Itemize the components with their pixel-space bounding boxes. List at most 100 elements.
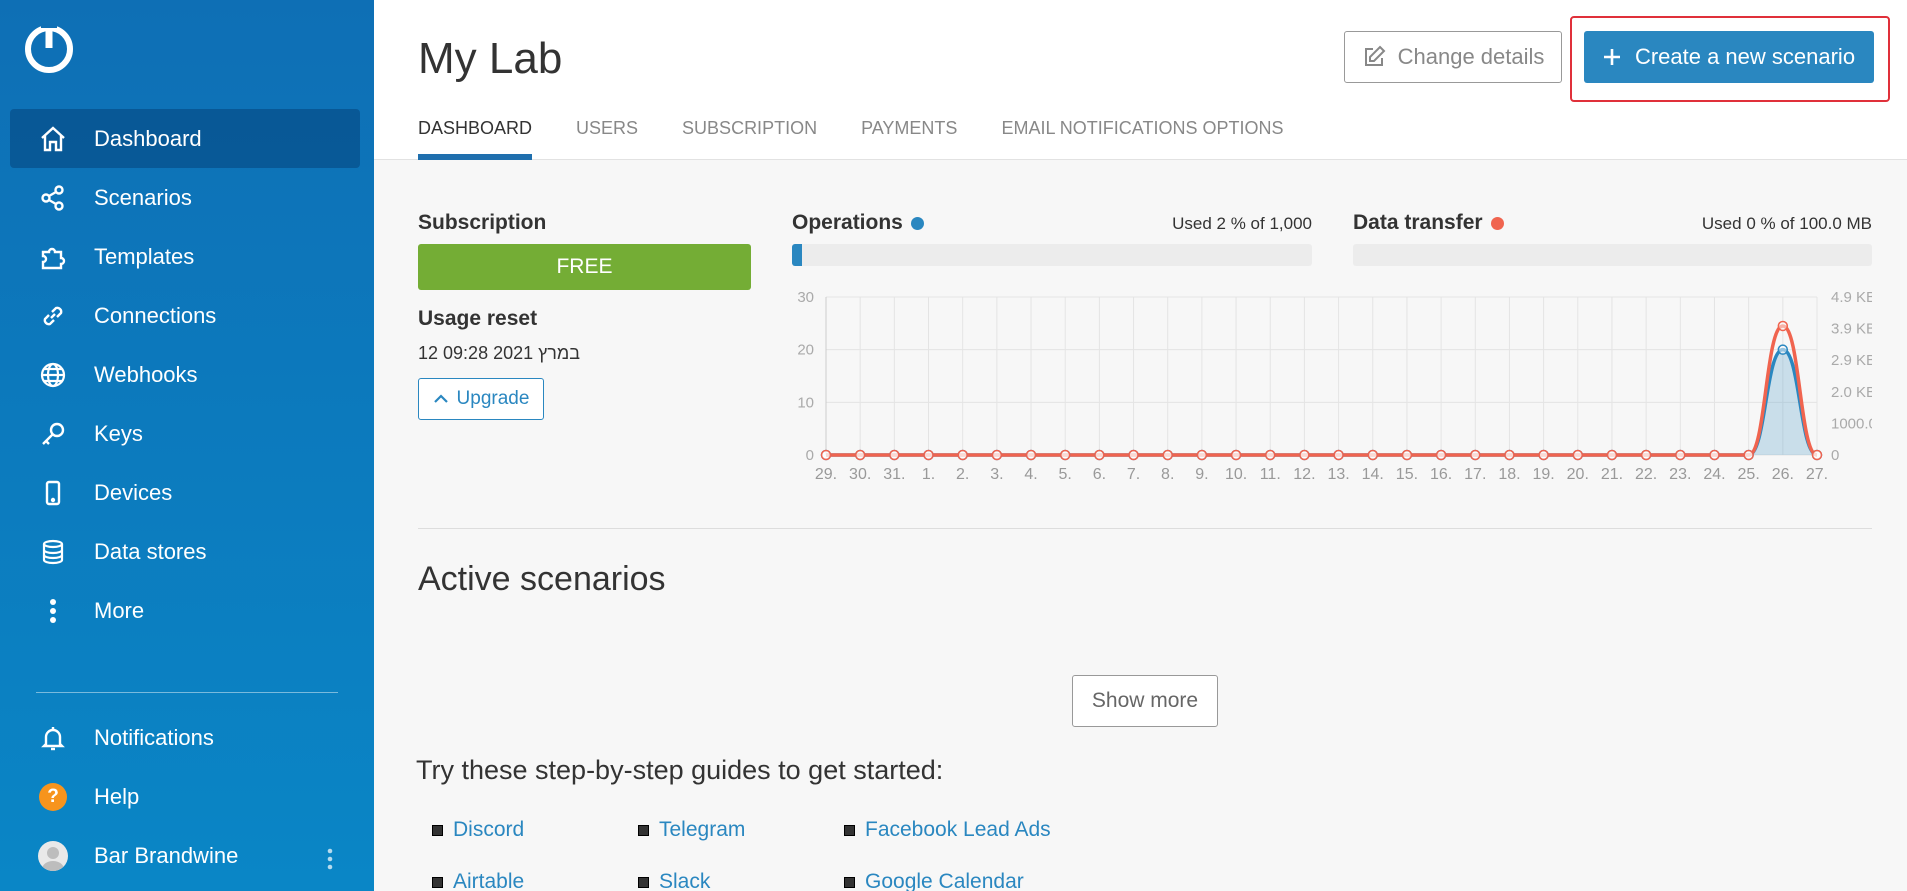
data-point bbox=[957, 449, 968, 461]
logo-icon[interactable] bbox=[24, 24, 74, 74]
bullet-icon bbox=[638, 876, 649, 888]
x-tick-label: 30. bbox=[849, 466, 871, 483]
sidebar-item-templates[interactable]: Templates bbox=[10, 227, 360, 286]
x-tick-label: 27. bbox=[1806, 466, 1828, 483]
show-more-button[interactable]: Show more bbox=[1072, 675, 1218, 727]
tab-subscription[interactable]: SUBSCRIPTION bbox=[682, 118, 817, 160]
x-tick-label: 3. bbox=[990, 466, 1003, 483]
subscription-title: Subscription bbox=[418, 211, 547, 234]
active-scenarios-title: Active scenarios bbox=[418, 560, 666, 598]
data-point bbox=[1094, 449, 1105, 461]
data-point bbox=[1777, 344, 1789, 355]
x-tick-label: 1. bbox=[922, 466, 935, 483]
guide-link-facebook-lead-ads[interactable]: Facebook Lead Ads bbox=[844, 818, 1051, 842]
sidebar-item-label: Devices bbox=[94, 479, 173, 505]
guide-label: Slack bbox=[659, 870, 711, 891]
data-point bbox=[854, 449, 866, 461]
puzzle-icon bbox=[36, 240, 70, 274]
x-tick-label: 13. bbox=[1327, 466, 1349, 483]
sidebar-item-label: Webhooks bbox=[94, 361, 198, 387]
sidebar-item-label: Connections bbox=[94, 302, 217, 328]
guide-link-google-calendar[interactable]: Google Calendar bbox=[844, 870, 1024, 891]
x-tick-label: 18. bbox=[1498, 466, 1520, 483]
data-transfer-label: Data transfer bbox=[1353, 211, 1483, 234]
tab-email-notifications[interactable]: EMAIL NOTIFICATIONS OPTIONS bbox=[1001, 118, 1283, 160]
guide-link-discord[interactable]: Discord bbox=[432, 818, 524, 842]
upgrade-button[interactable]: Upgrade bbox=[418, 378, 544, 420]
y2-tick-label: 2.9 KB bbox=[1831, 352, 1872, 369]
bullet-icon bbox=[638, 824, 649, 836]
sidebar-item-connections[interactable]: Connections bbox=[10, 286, 360, 345]
y2-tick-label: 2.0 KB bbox=[1831, 384, 1872, 401]
sidebar-item-more[interactable]: More bbox=[10, 581, 360, 640]
data-point bbox=[1777, 320, 1789, 332]
tab-payments[interactable]: PAYMENTS bbox=[861, 118, 957, 160]
x-tick-label: 22. bbox=[1635, 466, 1657, 483]
sidebar-item-label: Notifications bbox=[94, 724, 214, 750]
sidebar-item-scenarios[interactable]: Scenarios bbox=[10, 168, 360, 227]
phone-icon bbox=[36, 476, 70, 510]
data-point bbox=[1264, 449, 1276, 461]
data-point bbox=[820, 449, 832, 461]
sidebar-item-notifications[interactable]: Notifications bbox=[10, 708, 360, 767]
y-tick-label: 0 bbox=[806, 447, 814, 464]
data-point bbox=[1640, 449, 1652, 461]
sidebar-item-label: Templates bbox=[94, 243, 195, 269]
y2-tick-label: 3.9 KB bbox=[1831, 321, 1872, 338]
sidebar-item-label: Help bbox=[94, 783, 140, 809]
globe-icon bbox=[36, 358, 70, 392]
sidebar-item-devices[interactable]: Devices bbox=[10, 463, 360, 522]
page-title: My Lab bbox=[418, 34, 563, 83]
tab-users[interactable]: USERS bbox=[576, 118, 638, 160]
x-tick-label: 4. bbox=[1024, 466, 1037, 483]
edit-icon bbox=[1364, 45, 1386, 66]
bullet-icon bbox=[844, 824, 855, 836]
x-tick-label: 20. bbox=[1567, 466, 1589, 483]
upgrade-label: Upgrade bbox=[456, 388, 530, 409]
x-tick-label: 10. bbox=[1225, 466, 1247, 483]
y2-tick-label: 0 bbox=[1831, 447, 1839, 464]
tab-bar: DASHBOARD USERS SUBSCRIPTION PAYMENTS EM… bbox=[418, 118, 1327, 160]
data-transfer-title: Data transfer bbox=[1353, 211, 1504, 235]
change-details-button[interactable]: Change details bbox=[1344, 31, 1562, 83]
guide-link-telegram[interactable]: Telegram bbox=[638, 818, 745, 842]
create-scenario-button[interactable]: Create a new scenario bbox=[1584, 31, 1874, 83]
x-tick-label: 9. bbox=[1195, 466, 1208, 483]
sidebar-bottom: Notifications ? Help Bar Brandwine bbox=[10, 708, 360, 885]
sidebar-item-user[interactable]: Bar Brandwine bbox=[10, 826, 360, 885]
bullet-icon bbox=[432, 876, 443, 888]
x-tick-label: 23. bbox=[1669, 466, 1691, 483]
data-point bbox=[991, 449, 1003, 461]
x-tick-label: 17. bbox=[1464, 466, 1486, 483]
plan-badge: FREE bbox=[418, 244, 751, 290]
sidebar-item-dashboard[interactable]: Dashboard bbox=[10, 109, 360, 168]
bell-icon bbox=[36, 721, 70, 755]
y2-tick-label: 4.9 KB bbox=[1831, 289, 1872, 306]
x-tick-label: 24. bbox=[1703, 466, 1725, 483]
sidebar-item-data-stores[interactable]: Data stores bbox=[10, 522, 360, 581]
guide-link-airtable[interactable]: Airtable bbox=[432, 870, 524, 891]
guide-label: Airtable bbox=[453, 870, 525, 891]
sidebar-item-label: Scenarios bbox=[94, 184, 192, 210]
x-tick-label: 2. bbox=[956, 466, 969, 483]
sidebar-item-keys[interactable]: Keys bbox=[10, 404, 360, 463]
user-menu-icon[interactable] bbox=[326, 848, 334, 875]
sidebar-item-label: Dashboard bbox=[94, 125, 202, 151]
sidebar: Dashboard Scenarios Templates Connection… bbox=[0, 0, 374, 891]
guide-link-slack[interactable]: Slack bbox=[638, 870, 710, 891]
data-point bbox=[1299, 449, 1310, 461]
tab-dashboard[interactable]: DASHBOARD bbox=[418, 118, 533, 160]
sidebar-item-label: Keys bbox=[94, 420, 143, 446]
data-point bbox=[1128, 449, 1139, 461]
data-point bbox=[1743, 449, 1754, 461]
sidebar-item-webhooks[interactable]: Webhooks bbox=[10, 345, 360, 404]
data-point bbox=[1675, 449, 1686, 461]
data-point bbox=[1435, 449, 1447, 461]
sidebar-item-help[interactable]: ? Help bbox=[10, 767, 360, 826]
section-divider bbox=[418, 528, 1872, 529]
operations-label: Operations bbox=[792, 211, 903, 234]
data-transfer-bar bbox=[1353, 244, 1872, 266]
x-tick-label: 21. bbox=[1601, 466, 1623, 483]
x-tick-label: 31. bbox=[883, 466, 905, 483]
operations-bar bbox=[792, 244, 1312, 266]
